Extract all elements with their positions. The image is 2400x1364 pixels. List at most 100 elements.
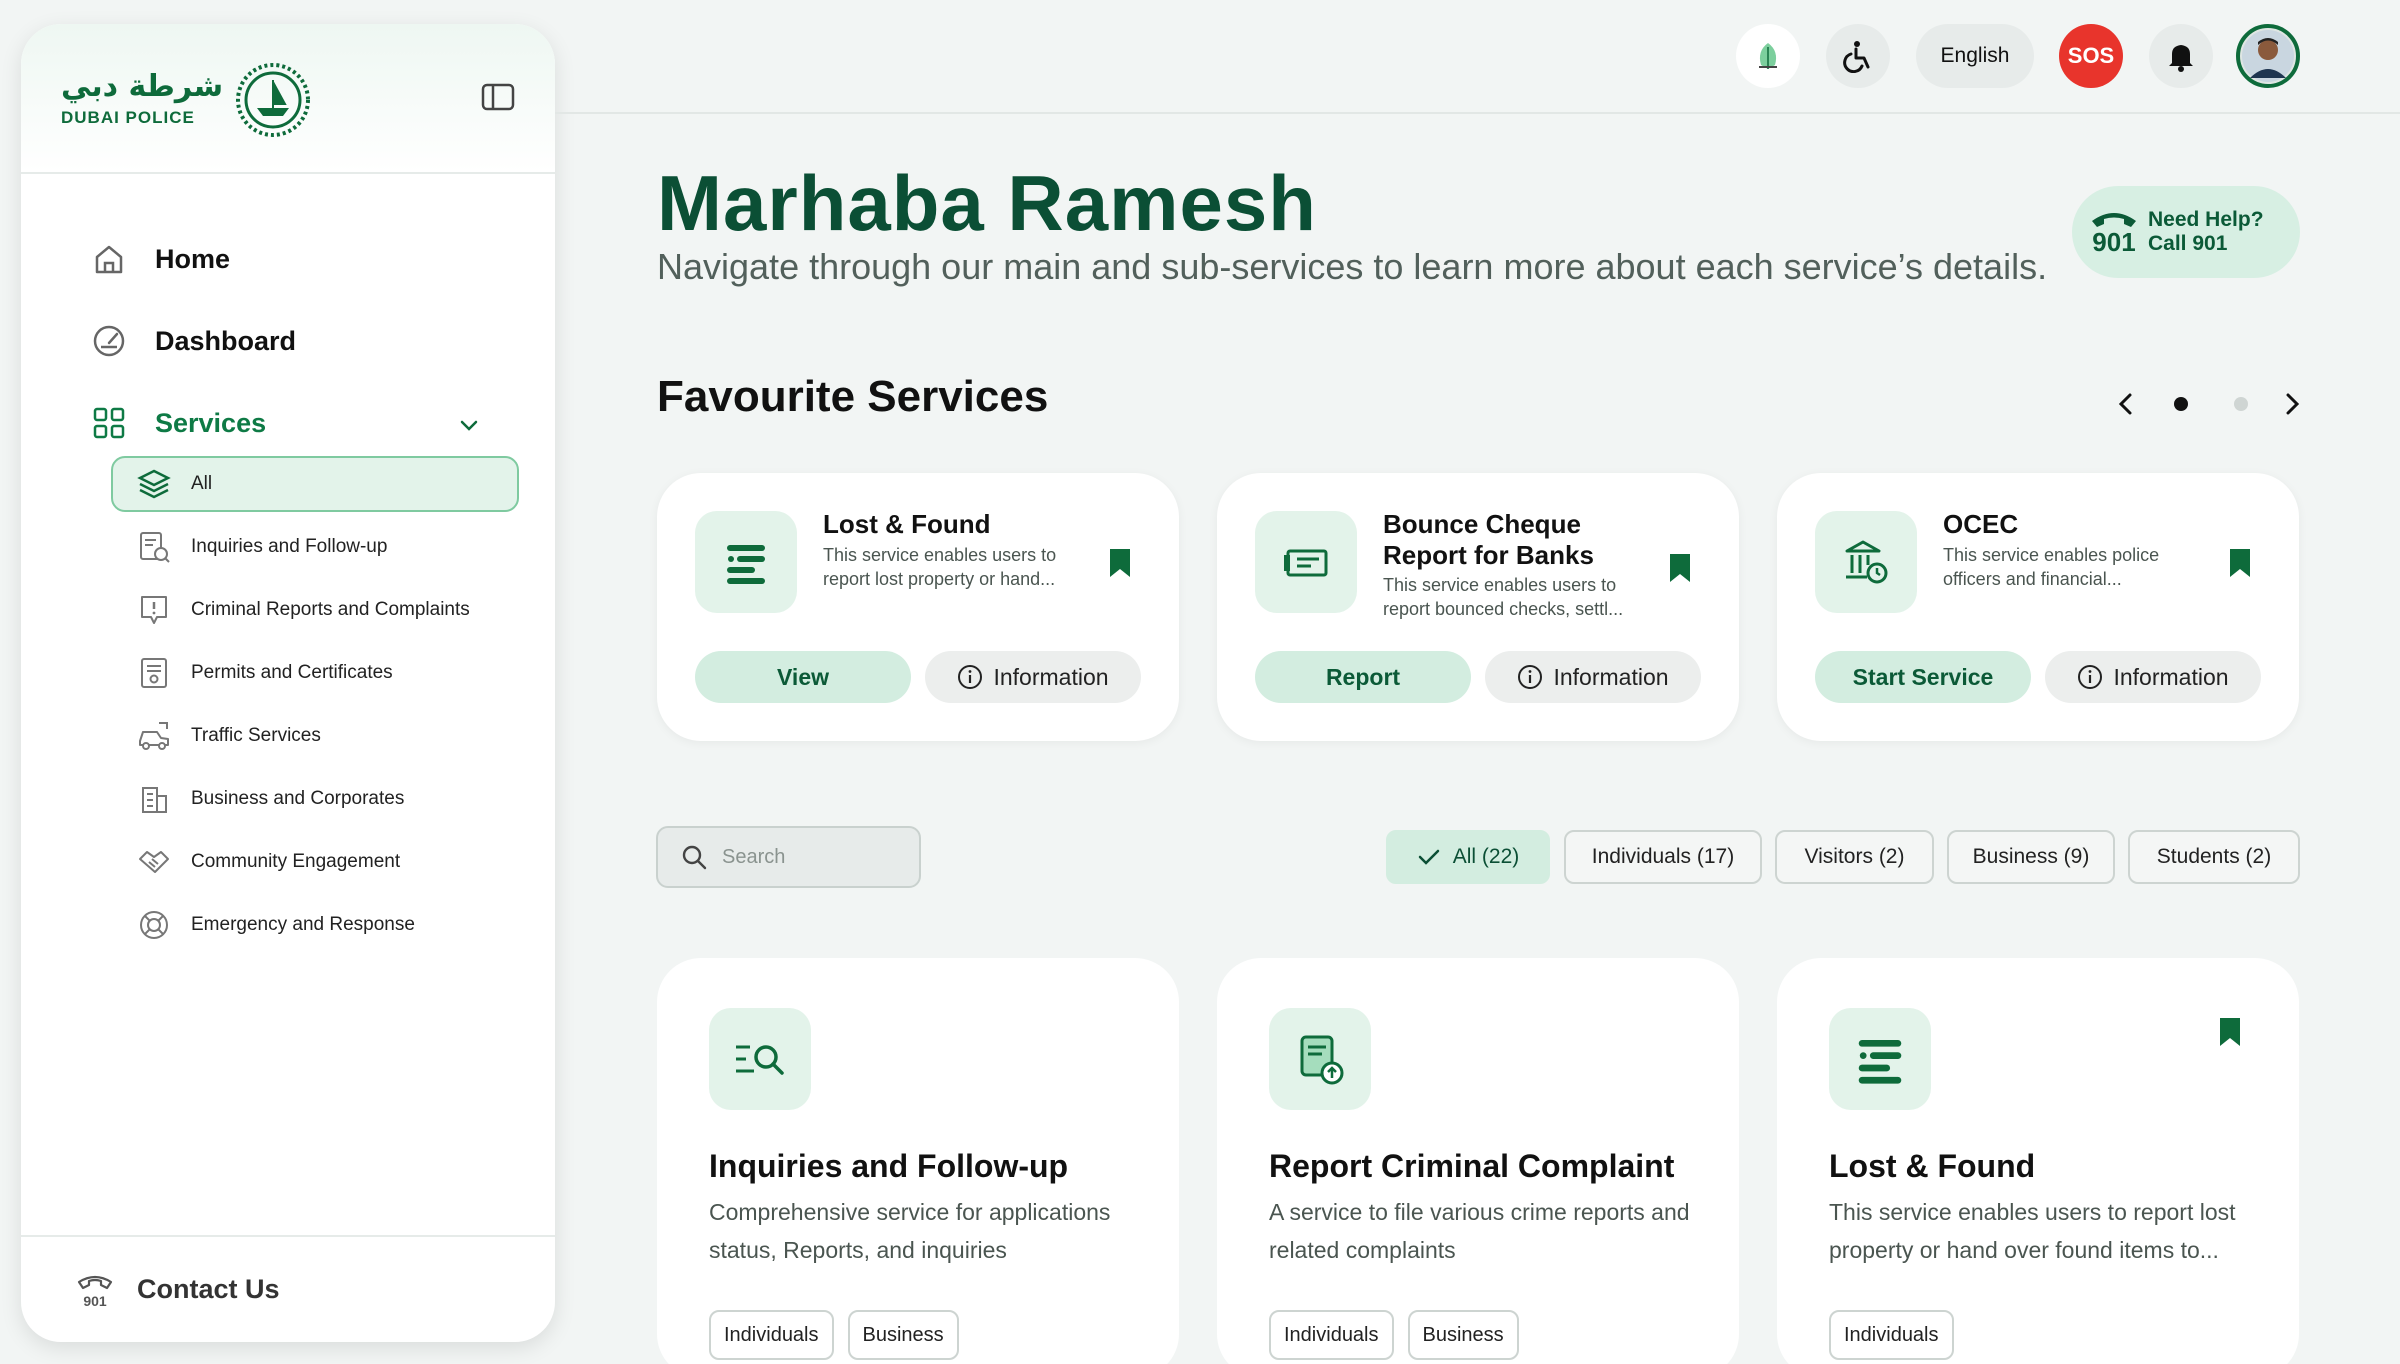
favourites-carousel-controls bbox=[2110, 384, 2308, 424]
lifebuoy-icon bbox=[140, 911, 168, 939]
report-button[interactable]: Report bbox=[1255, 651, 1471, 703]
chevron-left-icon[interactable] bbox=[2110, 388, 2142, 420]
favourite-name: OCEC bbox=[1943, 509, 2019, 539]
tag-individuals: Individuals bbox=[1269, 1310, 1394, 1360]
phone-icon bbox=[2092, 213, 2136, 227]
service-card-inquiries[interactable]: Inquiries and Follow-up Comprehensive se… bbox=[657, 958, 1179, 1364]
nav-item-dashboard[interactable]: Dashboard bbox=[91, 323, 296, 359]
bookmark-icon[interactable] bbox=[1107, 547, 1133, 579]
favourite-description: This service enables police officers and… bbox=[1943, 545, 2160, 590]
sidebar-sub-traffic[interactable]: Traffic Services bbox=[111, 708, 519, 764]
search-input[interactable]: Search bbox=[656, 826, 921, 888]
home-icon bbox=[95, 245, 123, 274]
dubai-police-logo[interactable]: شرطة دبي DUBAI POLICE bbox=[61, 62, 311, 138]
chevron-right-icon[interactable] bbox=[2276, 388, 2308, 420]
bookmark-icon[interactable] bbox=[2217, 1016, 2243, 1048]
sos-button[interactable]: SOS bbox=[2059, 24, 2123, 88]
service-title: Lost & Found bbox=[1829, 1148, 2036, 1184]
filter-label: All (22) bbox=[1452, 845, 1520, 868]
service-tags: Individuals Business bbox=[1269, 1310, 1519, 1360]
information-button[interactable]: Information bbox=[1485, 651, 1701, 703]
fav-icon-box bbox=[1815, 511, 1917, 613]
service-icon-box bbox=[1829, 1008, 1931, 1110]
information-button[interactable]: Information bbox=[2045, 651, 2261, 703]
information-button[interactable]: Information bbox=[925, 651, 1141, 703]
filter-individuals[interactable]: Individuals (17) bbox=[1564, 830, 1762, 884]
fav-icon-box bbox=[1255, 511, 1357, 613]
sidebar-sub-label: Business and Corporates bbox=[191, 788, 405, 809]
report-alert-icon bbox=[141, 596, 167, 624]
sidebar-panel-icon bbox=[481, 83, 515, 111]
contact-us-link[interactable]: 901 Contact Us bbox=[21, 1235, 555, 1342]
favourite-services-title: Favourite Services bbox=[657, 372, 1049, 421]
service-title: Inquiries and Follow-up bbox=[709, 1148, 1069, 1184]
help-line-1: Need Help? bbox=[2148, 207, 2264, 231]
filter-students[interactable]: Students (2) bbox=[2128, 830, 2300, 884]
check-icon bbox=[1418, 849, 1439, 865]
sidebar-sub-label: Inquiries and Follow-up bbox=[191, 536, 388, 557]
user-avatar[interactable] bbox=[2236, 24, 2300, 88]
carousel-dot-active[interactable] bbox=[2174, 397, 2188, 411]
service-card-criminal-complaint[interactable]: Report Criminal Complaint A service to f… bbox=[1217, 958, 1739, 1364]
chevron-down-icon[interactable] bbox=[455, 412, 483, 440]
service-description: A service to file various crime reports … bbox=[1269, 1199, 1690, 1263]
nav-dashboard-label: Dashboard bbox=[155, 325, 297, 356]
nav-item-services[interactable]: Services bbox=[91, 405, 266, 441]
favourite-name: Lost & Found bbox=[823, 509, 991, 539]
logo-arabic-text: شرطة دبي bbox=[61, 69, 224, 104]
service-description: Comprehensive service for applications s… bbox=[709, 1199, 1111, 1263]
sidebar-sub-business[interactable]: Business and Corporates bbox=[111, 771, 519, 827]
tag-business: Business bbox=[1407, 1310, 1519, 1360]
filter-business[interactable]: Business (9) bbox=[1947, 830, 2115, 884]
help-number: 901 bbox=[2092, 227, 2136, 257]
info-icon bbox=[958, 665, 983, 689]
need-help-button[interactable]: 901 Need Help? Call 901 bbox=[2072, 186, 2300, 278]
start-service-button[interactable]: Start Service bbox=[1815, 651, 2031, 703]
language-button[interactable]: English bbox=[1916, 24, 2034, 88]
greeting-title: Marhaba Ramesh bbox=[657, 159, 1317, 247]
leaf-emblem-icon bbox=[1759, 43, 1777, 69]
fav-icon-box bbox=[695, 511, 797, 613]
favourite-card-bounce-cheque[interactable]: Bounce Cheque Report for Banks This serv… bbox=[1217, 473, 1739, 741]
phone-901-icon: 901 bbox=[77, 1275, 113, 1309]
lost-found-icon bbox=[1858, 1039, 1902, 1084]
tag-individuals: Individuals bbox=[709, 1310, 834, 1360]
carousel-dot[interactable] bbox=[2234, 397, 2248, 411]
lost-found-icon bbox=[727, 545, 765, 584]
sidebar-sub-all[interactable]: All bbox=[111, 456, 519, 512]
document-upload-icon bbox=[1300, 1035, 1344, 1085]
bookmark-icon[interactable] bbox=[2227, 547, 2253, 579]
bookmark-icon[interactable] bbox=[1667, 552, 1693, 584]
accessibility-icon bbox=[1843, 41, 1870, 73]
filter-visitors[interactable]: Visitors (2) bbox=[1775, 830, 1934, 884]
help-line-2: Call 901 bbox=[2148, 232, 2228, 255]
theme-toggle-button[interactable] bbox=[1736, 24, 1800, 88]
service-icon-box bbox=[1269, 1008, 1371, 1110]
information-label: Information bbox=[2113, 663, 2229, 690]
information-label: Information bbox=[993, 663, 1109, 690]
info-icon bbox=[1518, 665, 1543, 689]
notifications-button[interactable] bbox=[2149, 24, 2213, 88]
accessibility-button[interactable] bbox=[1826, 24, 1890, 88]
search-placeholder: Search bbox=[722, 845, 786, 868]
sidebar-sub-criminal-reports[interactable]: Criminal Reports and Complaints bbox=[111, 582, 519, 638]
sidebar-sub-label: Permits and Certificates bbox=[191, 662, 393, 683]
avatar-person-icon bbox=[2242, 30, 2294, 82]
sidebar-sub-inquiries[interactable]: Inquiries and Follow-up bbox=[111, 519, 519, 575]
nav-item-home[interactable]: Home bbox=[91, 241, 230, 277]
logo-english-text: DUBAI POLICE bbox=[61, 108, 195, 127]
sidebar-toggle-button[interactable] bbox=[481, 82, 515, 112]
favourite-card-lost-found[interactable]: Lost & Found This service enables users … bbox=[657, 473, 1179, 741]
building-icon bbox=[142, 787, 167, 813]
tag-business: Business bbox=[847, 1310, 959, 1360]
sidebar-sub-community[interactable]: Community Engagement bbox=[111, 834, 519, 890]
sidebar-sub-emergency[interactable]: Emergency and Response bbox=[111, 897, 519, 953]
tag-individuals: Individuals bbox=[1829, 1310, 1954, 1360]
sidebar-sub-permits[interactable]: Permits and Certificates bbox=[111, 645, 519, 701]
top-bar: English SOS bbox=[555, 0, 2400, 114]
view-button[interactable]: View bbox=[695, 651, 911, 703]
filter-all[interactable]: All (22) bbox=[1386, 830, 1550, 884]
service-card-lost-found[interactable]: Lost & Found This service enables users … bbox=[1777, 958, 2299, 1364]
certificate-icon bbox=[141, 658, 167, 688]
favourite-card-ocec[interactable]: OCEC This service enables police officer… bbox=[1777, 473, 2299, 741]
